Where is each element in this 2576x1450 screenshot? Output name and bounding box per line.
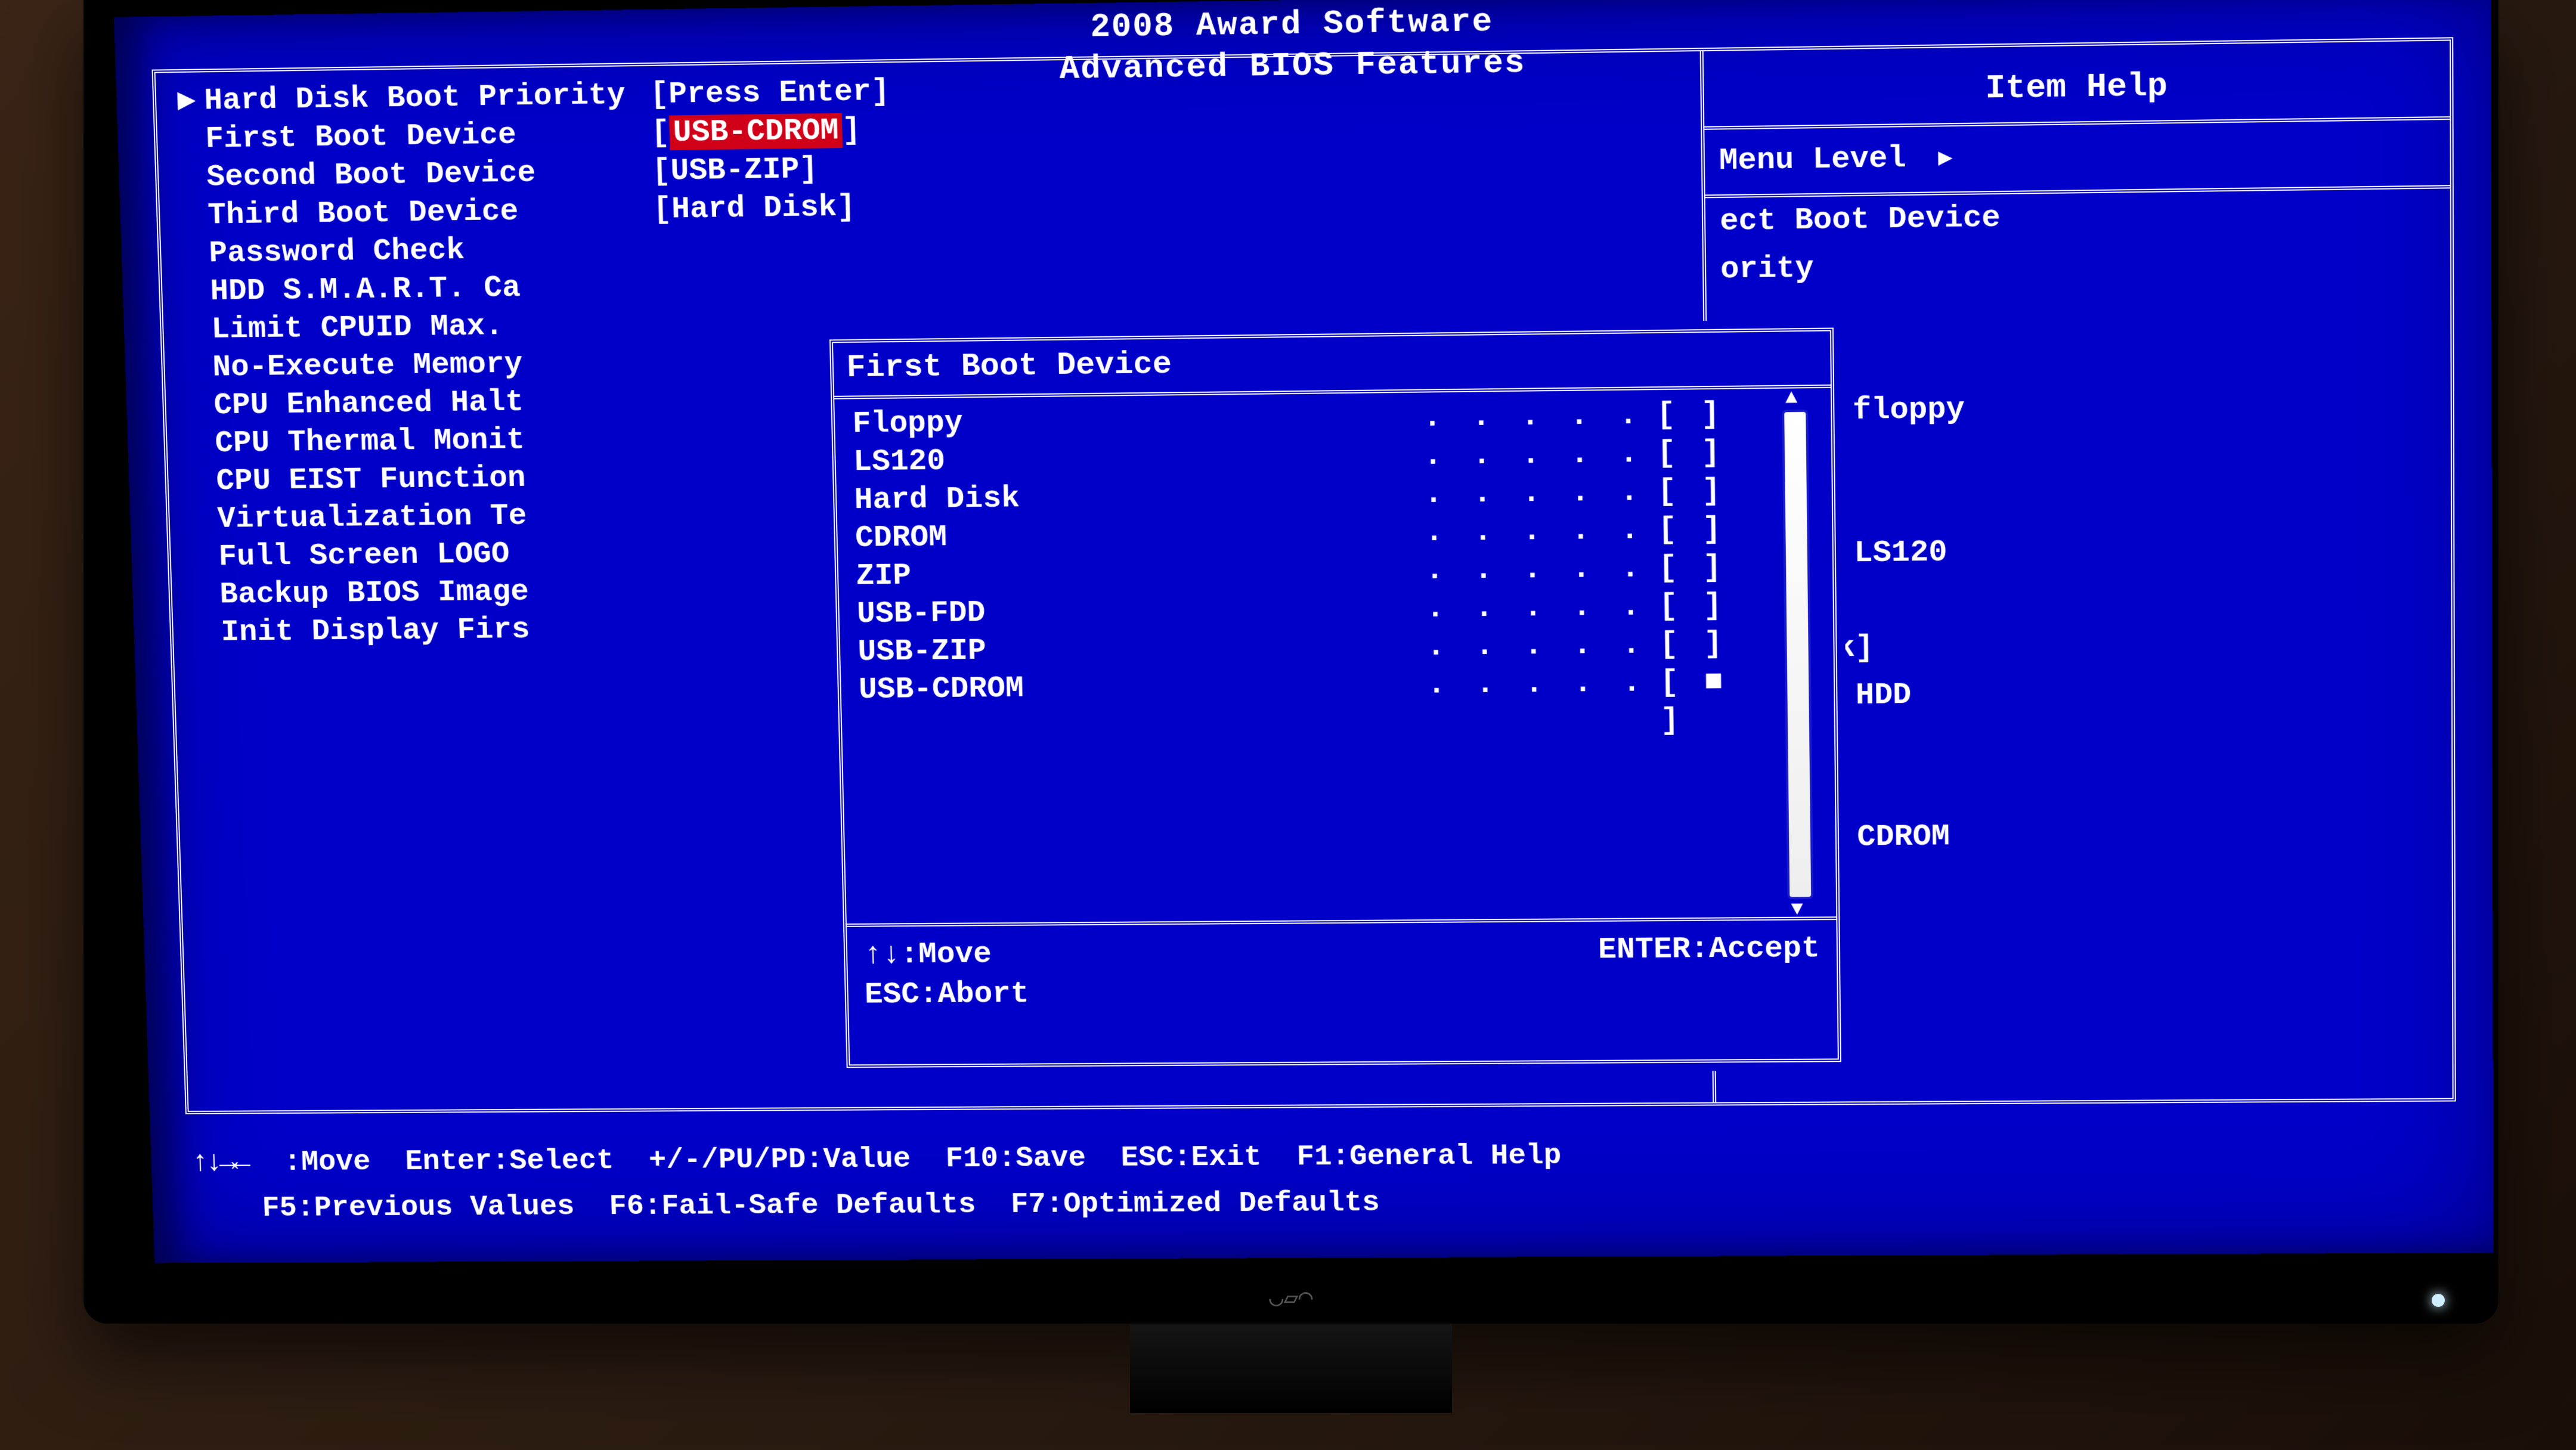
option-checkbox: [ ] — [1657, 433, 1729, 473]
setting-label: Limit CPUID Max. — [211, 305, 657, 349]
item-help-title: Item Help — [1718, 51, 2436, 126]
option-dots: . . . . . — [1159, 396, 1657, 439]
option-dots: . . . . . — [1161, 510, 1658, 554]
setting-label: CPU EIST Function — [216, 457, 661, 500]
option-dots: . . . . . — [1163, 587, 1659, 630]
pointer-icon — [172, 196, 209, 235]
hint-accept: ENTER:Accept — [1598, 929, 1820, 1008]
option-checkbox: [ ] — [1657, 472, 1729, 510]
menu-level: Menu Level — [1719, 120, 2436, 194]
pointer-icon — [176, 311, 212, 349]
option-checkbox: [ ] — [1658, 548, 1730, 587]
bios-footer: :Move Enter:Select +/-/PU/PD:Value F10:Save… — [191, 1128, 2451, 1232]
footer-hint: Enter:Select — [405, 1138, 615, 1185]
option-dots: . . . . . — [1163, 625, 1660, 668]
option-checkbox: [ ] — [1659, 586, 1730, 625]
chevron-right-icon — [1925, 140, 1953, 176]
option-label: USB-ZIP — [857, 630, 1164, 670]
pointer-icon — [182, 500, 218, 538]
option-label: CDROM — [854, 516, 1162, 557]
option-checkbox: [ ■ ] — [1660, 662, 1732, 739]
hint-abort: ESC:Abort — [864, 975, 1029, 1014]
pointer-icon — [181, 462, 217, 500]
option-dots: . . . . . — [1162, 549, 1659, 591]
popup-footer: ↑↓:Move ESC:Abort ENTER:Accept — [847, 920, 1837, 1014]
option-dots: . . . . . — [1160, 434, 1658, 478]
footer-hint: +/-/PU/PD:Value — [648, 1136, 911, 1183]
setting-label: Third Boot Device — [208, 191, 654, 235]
pointer-icon — [184, 576, 220, 614]
footer-hint: ESC:Exit — [1120, 1135, 1262, 1182]
help-line: ect Boot Device — [1720, 189, 2437, 246]
popup-option-list[interactable]: Floppy. . . . .[ ]LS120. . . . .[ ]Hard … — [834, 388, 1836, 923]
pointer-icon — [174, 234, 210, 273]
setting-label: First Boot Device — [205, 114, 652, 158]
boot-device-popup: First Boot Device Floppy. . . . .[ ]LS12… — [821, 319, 1850, 1076]
setting-label: Second Boot Device — [206, 152, 653, 196]
footer-hint: :Move — [283, 1139, 371, 1186]
option-label: ZIP — [856, 554, 1163, 595]
setting-label: Full Screen LOGO — [218, 534, 662, 576]
pointer-icon — [175, 272, 211, 311]
option-checkbox: [ ] — [1657, 395, 1729, 434]
footer-hint: F1:General Help — [1296, 1133, 1562, 1181]
setting-label: No-Execute Memory — [212, 343, 658, 386]
setting-label: Hard Disk Boot Priority — [203, 76, 651, 120]
setting-label: CPU Enhanced Halt — [213, 382, 659, 425]
monitor-logo: ◡▱◠ — [1268, 1287, 1313, 1310]
setting-label: Backup BIOS Image — [219, 571, 664, 614]
bios-screen: 2008 Award Software Advanced BIOS Featur… — [114, 0, 2494, 1263]
setting-label: HDD S.M.A.R.T. Ca — [210, 267, 656, 311]
pointer-icon — [185, 614, 221, 652]
footer-hint: F10:Save — [945, 1136, 1086, 1182]
option-dots: . . . . . — [1160, 472, 1658, 516]
option-label: LS120 — [853, 439, 1160, 481]
setting-label: CPU Thermal Monit — [215, 420, 660, 463]
hint-move: ↑↓:Move — [863, 935, 1029, 974]
option-checkbox: [ ] — [1658, 510, 1730, 549]
pointer-icon: ▶ — [169, 82, 205, 120]
footer-hint: F5:Previous Values — [262, 1185, 575, 1232]
footer-hint: F6:Fail-Safe Defaults — [609, 1182, 977, 1230]
setting-label: Password Check — [209, 229, 655, 272]
setting-label: Virtualization Te — [217, 495, 662, 538]
option-label: Floppy — [852, 401, 1160, 443]
pointer-icon — [171, 158, 208, 197]
help-line: ority — [1720, 237, 2437, 293]
option-checkbox: [ ] — [1659, 624, 1731, 663]
pointer-icon — [170, 120, 206, 159]
option-label: USB-FDD — [856, 592, 1163, 633]
footer-hint: F7:Optimized Defaults — [1010, 1181, 1380, 1228]
monitor: 2008 Award Software Advanced BIOS Featur… — [83, 0, 2498, 1324]
power-led-icon — [2432, 1294, 2445, 1307]
pointer-icon — [183, 538, 219, 576]
option-label: USB-CDROM — [858, 668, 1165, 746]
nav-arrows-icon — [191, 1140, 250, 1186]
option-dots: . . . . . — [1164, 663, 1661, 743]
pointer-icon — [179, 425, 216, 463]
pointer-icon — [178, 386, 215, 425]
setting-label: Init Display Firs — [221, 609, 665, 651]
option-label: Hard Disk — [854, 478, 1161, 519]
pointer-icon — [177, 349, 213, 387]
popup-option[interactable]: USB-CDROM. . . . .[ ■ ] — [858, 662, 1821, 746]
